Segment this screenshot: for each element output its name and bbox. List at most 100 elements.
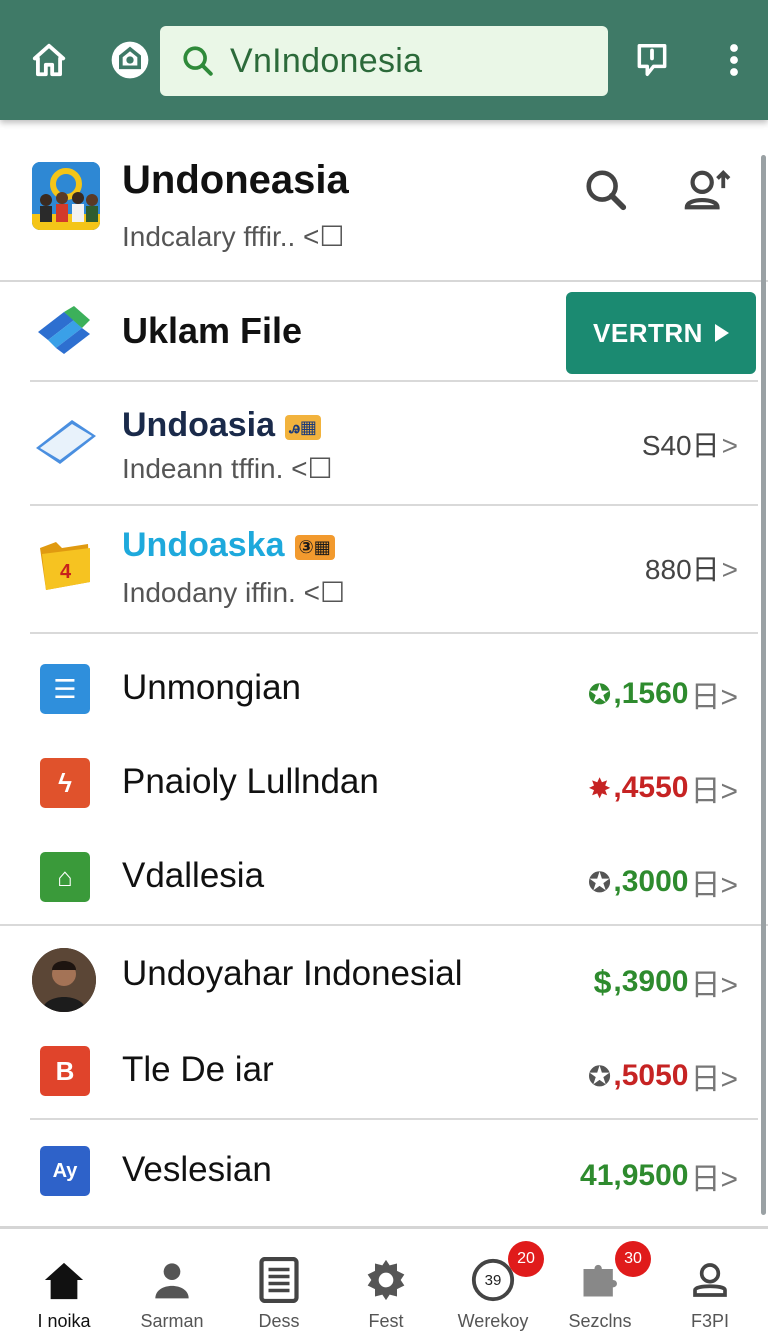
checkbox-icon: ☐ (319, 221, 345, 252)
item-value: ✸ ,4550 日> (588, 766, 738, 810)
item-value: S40日> (641, 430, 738, 461)
star-badge-icon: ✪ (587, 678, 612, 710)
nav-item-dess[interactable]: Dess (229, 1243, 329, 1339)
speed-icon: 39 20 (468, 1241, 544, 1305)
item-title: Veslesian (122, 1150, 272, 1189)
nav-item-sezclns[interactable]: 30 Sezclns (550, 1241, 651, 1339)
document-icon (254, 1255, 304, 1305)
list-item[interactable]: ⌂ Vdallesia ✪ ,3000 日> (0, 830, 768, 924)
home-icon (39, 1255, 89, 1305)
item-title: Vdallesia (122, 856, 265, 895)
divider (30, 632, 758, 634)
item-value: $ ,3900 日> (594, 960, 738, 1004)
app-icon: B (40, 1046, 90, 1096)
bottom-navigation: I noika Sarman Dess Fest 39 20 Werekoy 3… (0, 1226, 768, 1344)
account-icon (685, 1255, 735, 1305)
checkbox-icon: ☐ (319, 577, 346, 608)
search-icon (178, 41, 218, 81)
nav-item-profile[interactable]: F3PI (660, 1243, 760, 1339)
chevron-right-icon: 日> (690, 681, 738, 714)
star-icon: ✪ (587, 866, 612, 898)
app-badge: ꭿ▦ (285, 414, 321, 440)
nav-label: Dess (258, 1311, 300, 1331)
svg-text:4: 4 (60, 561, 72, 583)
nav-label: Fest (368, 1311, 404, 1331)
nav-label: F3PI (690, 1311, 729, 1331)
file-label: Uklam File (122, 310, 303, 351)
item-subtitle: Indodany iffin. <☐ (122, 577, 346, 608)
item-value: ✪ ,5050 日> (588, 1054, 738, 1098)
shield-icon[interactable] (106, 36, 154, 84)
play-icon (714, 324, 729, 342)
channel-subtitle: Indcalary fffir.. <☐ (122, 221, 345, 252)
channel-avatar[interactable] (32, 162, 100, 230)
nav-item-sarman[interactable]: Sarman (122, 1243, 222, 1339)
item-title: Tle De iar (122, 1050, 274, 1089)
chevron-right-icon: 日> (690, 775, 738, 808)
item-value: 41,9500 日> (580, 1154, 738, 1198)
item-title: Undoasia ꭿ▦ (122, 406, 321, 445)
person-icon (147, 1255, 197, 1305)
flash-icon: ϟ (40, 758, 90, 808)
list-item[interactable]: Ay Veslesian 41,9500 日> (0, 1124, 768, 1218)
list-item[interactable]: B Tle De iar ✪ ,5050 日> (0, 1024, 768, 1118)
nav-label: Sarman (140, 1311, 204, 1331)
file-row[interactable]: Uklam File VERTRN (0, 284, 768, 380)
divider (30, 1118, 758, 1120)
puzzle-icon: 30 (575, 1241, 651, 1305)
tablet-icon (32, 408, 98, 474)
chevron-right-icon: 日> (690, 869, 738, 902)
list-item[interactable]: ϟ Pnaioly Lullndan ✸ ,4550 日> (0, 736, 768, 830)
item-title: Unmongian (122, 668, 301, 707)
item-value: ✪ ,3000 日> (588, 860, 738, 904)
list-item[interactable]: Undoyahar Indonesial $ ,3900 日> (0, 928, 768, 1028)
more-options-icon[interactable] (710, 36, 758, 84)
list-item[interactable]: ☰ Unmongian ✪ ,1560 日> (0, 642, 768, 736)
list-item[interactable]: Undoasia ꭿ▦ Indeann tffin. <☐ S40日> (0, 382, 768, 506)
dollar-icon: $ (593, 963, 612, 1000)
channel-title: Undoneasia (122, 158, 349, 202)
app-badge: ③▦ (294, 534, 335, 560)
item-value: 880日> (644, 554, 738, 585)
star-icon: ✪ (587, 1060, 612, 1092)
gear-icon (361, 1255, 411, 1305)
item-title: Pnaioly Lullndan (122, 762, 379, 801)
channel-header: Undoneasia Indcalary fffir.. <☐ (0, 122, 768, 282)
app-icon: ⌂ (40, 852, 90, 902)
folder-icon: 4 (32, 532, 98, 598)
item-subtitle: Indeann tffin. <☐ (122, 453, 333, 484)
chevron-right-icon: 日> (690, 969, 738, 1002)
checkbox-icon: ☐ (307, 453, 333, 484)
nav-item-home[interactable]: I noika (14, 1243, 114, 1339)
file-icon (34, 302, 94, 362)
notification-badge: 20 (508, 1241, 544, 1277)
list-item[interactable]: 4 Undoaska ③▦ Indodany iffin. <☐ 880日> (0, 506, 768, 630)
scrollbar[interactable] (761, 155, 766, 1215)
chevron-right-icon: 日> (690, 1163, 738, 1196)
search-icon[interactable] (578, 162, 634, 218)
avatar (32, 948, 96, 1012)
search-value: VnIndonesia (230, 41, 423, 80)
item-value: ✪ ,1560 日> (588, 672, 738, 716)
nav-label: Werekoy (457, 1311, 529, 1331)
nav-item-werekoy[interactable]: 39 20 Werekoy (443, 1241, 544, 1339)
item-title: Undoyahar Indonesial (122, 954, 463, 993)
item-title: Undoaska ③▦ (122, 526, 335, 565)
chevron-right-icon: > (721, 554, 738, 585)
home-icon[interactable] (25, 36, 73, 84)
divider (0, 924, 768, 926)
document-icon: ☰ (40, 664, 90, 714)
top-app-bar: VnIndonesia (0, 0, 768, 120)
report-icon[interactable] (628, 36, 676, 84)
chevron-right-icon: > (721, 430, 738, 461)
star-badge-icon: ✸ (587, 772, 612, 804)
nav-label: I noika (37, 1311, 91, 1331)
app-icon: Ay (40, 1146, 90, 1196)
chevron-right-icon: 日> (690, 1063, 738, 1096)
nav-label: Sezclns (568, 1311, 632, 1331)
notification-badge: 30 (615, 1241, 651, 1277)
share-user-icon[interactable] (676, 162, 736, 218)
verify-button[interactable]: VERTRN (566, 292, 756, 374)
search-input[interactable]: VnIndonesia (160, 26, 608, 96)
nav-item-fest[interactable]: Fest (336, 1243, 436, 1339)
